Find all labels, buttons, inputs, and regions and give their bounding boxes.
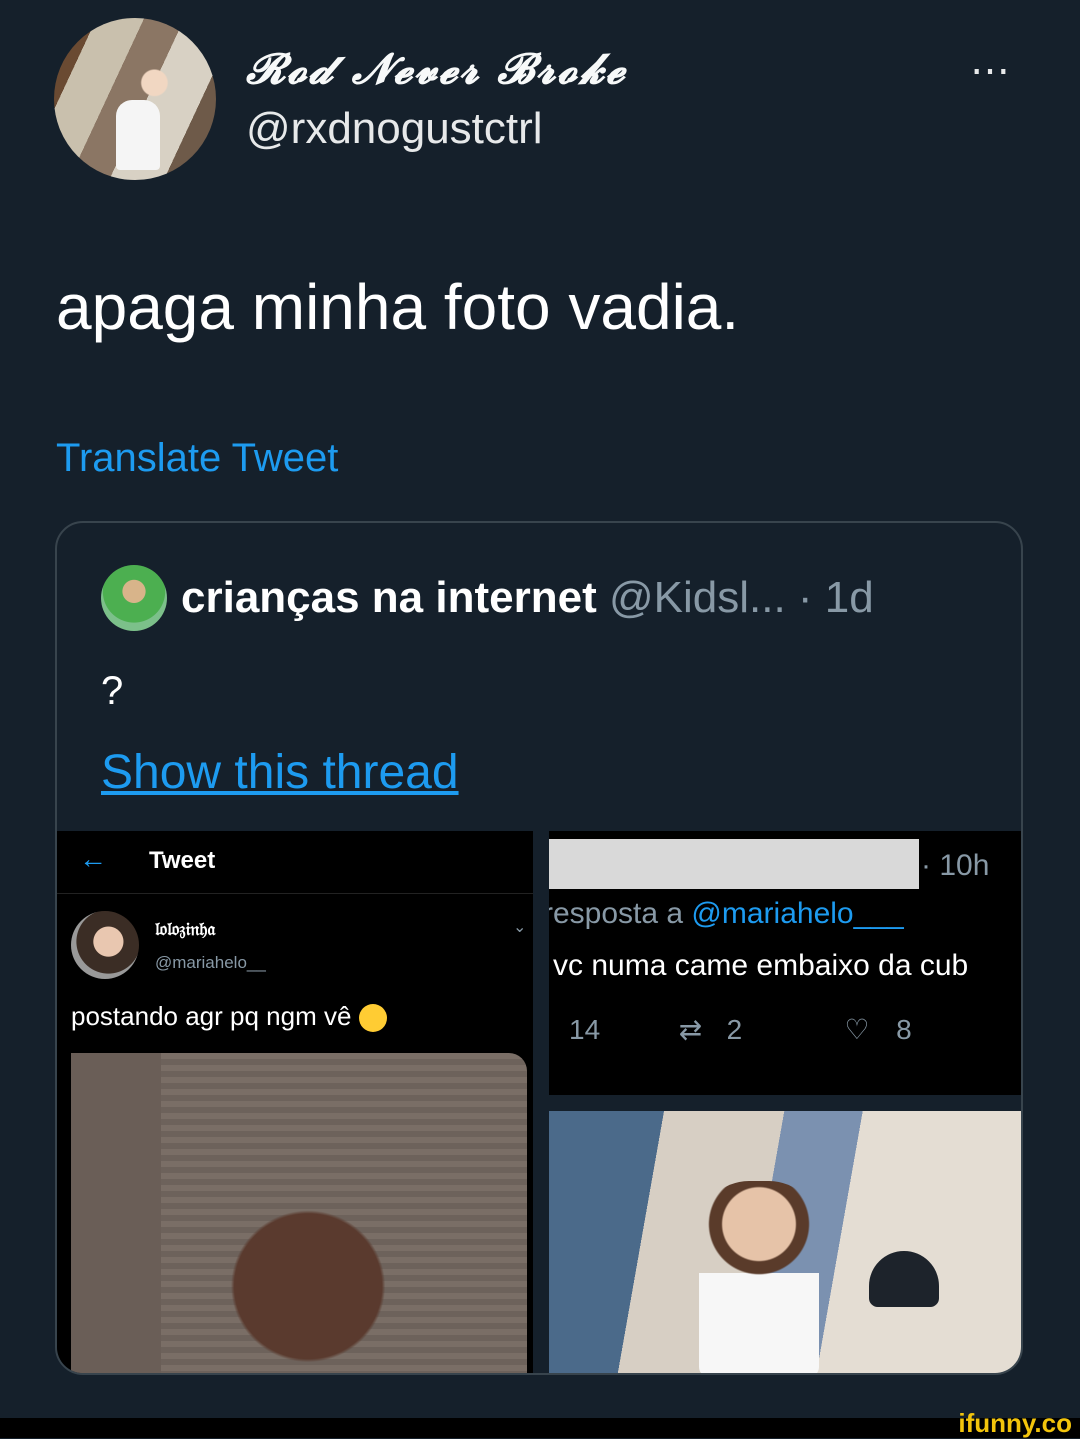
inner-handle: @mariahelo__ — [155, 953, 266, 972]
quoted-avatar[interactable] — [101, 565, 167, 631]
photo-subject — [699, 1181, 819, 1373]
reply-context: resposta a @mariahelo___ — [549, 897, 904, 931]
show-thread-link[interactable]: Show this thread — [101, 745, 459, 800]
quoted-header: crianças na internet @Kidsl... · 1d — [181, 573, 874, 623]
inner-tweet-text: postando agr pq ngm vê — [71, 1001, 387, 1033]
quoted-image-right-top[interactable]: · 10h resposta a @mariahelo___ vc numa c… — [549, 831, 1021, 1095]
reply-count: 14 — [569, 1014, 601, 1045]
retweet-icon: ⇄ — [678, 1014, 703, 1045]
display-name[interactable]: 𝓡𝓸𝓭 𝓝𝓮𝓿𝓮𝓻 𝓑𝓻𝓸𝓴𝓮 — [246, 44, 627, 94]
ifunny-watermark: ifunny.co — [958, 1408, 1072, 1438]
quoted-image-right-bottom[interactable] — [549, 1111, 1021, 1373]
inner-name: 𝔩𝔬𝔩𝔬𝔷𝔦𝔫𝔥𝔞 — [155, 919, 216, 940]
quoted-image-left[interactable]: ← Tweet 𝔩𝔬𝔩𝔬𝔷𝔦𝔫𝔥𝔞 @mariahelo__ ⌄ postand… — [57, 831, 533, 1373]
retweet-count: 2 — [726, 1014, 743, 1045]
quoted-tweet-card[interactable]: crianças na internet @Kidsl... · 1d ? Sh… — [55, 521, 1023, 1375]
inner-tweet-text-label: postando agr pq ngm vê — [71, 1001, 352, 1031]
tweet-text: apaga minha foto vadia. — [56, 271, 740, 343]
quoted-text: ? — [101, 669, 124, 713]
back-arrow-icon: ← — [79, 843, 107, 874]
redaction-bar — [549, 839, 919, 889]
helmet-shape — [869, 1251, 939, 1307]
translate-tweet-link[interactable]: Translate Tweet — [56, 436, 338, 481]
reply-mention: @mariahelo___ — [691, 897, 904, 930]
quoted-meta: @Kidsl... · 1d — [608, 573, 874, 622]
reply-prefix: resposta a — [549, 897, 692, 930]
quoted-name[interactable]: crianças na internet — [181, 573, 597, 622]
reply-time: · 10h — [921, 849, 990, 882]
like-count: 8 — [896, 1014, 912, 1045]
inner-avatar — [71, 911, 139, 979]
inner-photo — [71, 1053, 527, 1373]
reply-text: vc numa came embaixo da cub — [553, 949, 969, 982]
bottom-bar — [0, 1418, 1080, 1438]
reply-actions: 14 ⇄ 2 ♡ 8 — [569, 1013, 912, 1046]
inner-top-bar: ← Tweet — [57, 831, 533, 894]
inner-title: Tweet — [149, 847, 216, 874]
chevron-down-icon: ⌄ — [513, 919, 527, 936]
user-handle[interactable]: @rxdnogustctrl — [246, 104, 543, 154]
more-options-icon[interactable]: ⋯ — [970, 48, 1012, 94]
profile-avatar[interactable] — [54, 18, 216, 180]
like-icon: ♡ — [844, 1014, 870, 1045]
flushed-emoji-icon — [358, 1004, 387, 1033]
